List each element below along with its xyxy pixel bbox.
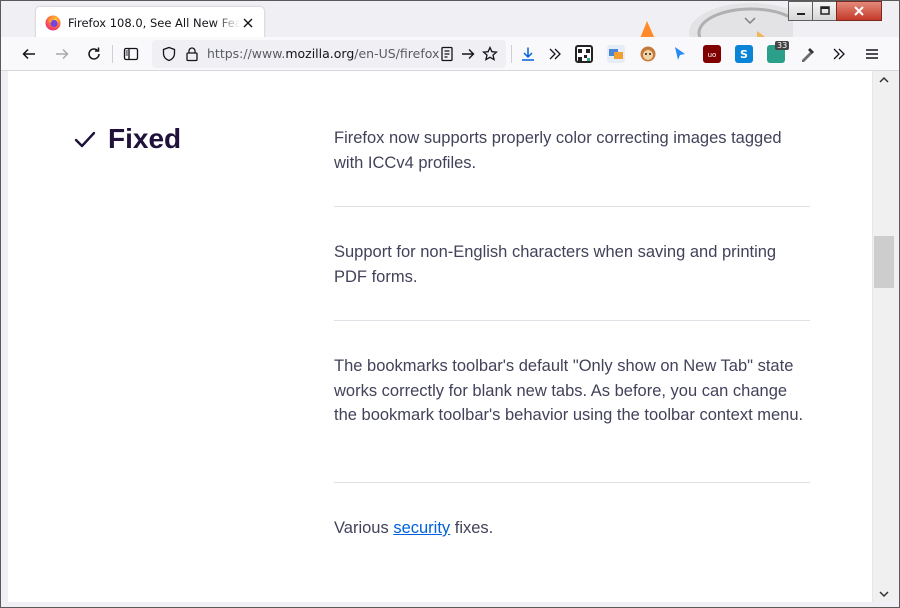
release-note-item: Various security fixes. (334, 516, 810, 541)
download-icon[interactable] (514, 41, 542, 67)
release-note-item: The bookmarks toolbar's default "Only sh… (334, 357, 804, 424)
reload-icon[interactable] (80, 41, 108, 67)
section-title: Fixed (108, 123, 182, 154)
url-path: /en-US/firefox/108.0/releasenotes/ (354, 46, 439, 61)
url-prefix: https://www. (207, 46, 286, 61)
bookmark-star-icon[interactable] (482, 46, 498, 62)
reader-view-icon[interactable] (439, 46, 455, 62)
forward-icon[interactable] (48, 41, 76, 67)
shield-icon[interactable] (161, 46, 177, 62)
note-text-before: Various (334, 519, 394, 537)
scroll-up-arrow-icon[interactable] (873, 71, 894, 88)
svg-text:S: S (740, 48, 748, 61)
browser-window: Firefox 108.0, See All New Features, Upd… (0, 0, 900, 608)
app-menu-icon[interactable] (858, 41, 886, 67)
ublock-extension-icon[interactable]: uo (703, 45, 721, 63)
url-bar[interactable]: https://www.mozilla.org/en-US/firefox/10… (152, 40, 506, 68)
eyedropper-extension-icon[interactable] (799, 45, 817, 63)
more-tools-chevron-icon[interactable] (827, 41, 851, 67)
note-text-after: fixes. (450, 519, 494, 537)
monkey-extension-icon[interactable] (639, 45, 657, 63)
page-content: Fixed Firefox now supports properly colo… (8, 71, 872, 602)
note-divider (334, 206, 810, 207)
back-icon[interactable] (15, 41, 43, 67)
window-close-icon[interactable] (836, 1, 882, 21)
vertical-scrollbar[interactable] (872, 71, 894, 602)
navigation-toolbar: https://www.mozilla.org/en-US/firefox/10… (1, 37, 899, 71)
toolbar-separator (511, 45, 512, 63)
tab-firefox-release-notes[interactable]: Firefox 108.0, See All New Features, Upd… (36, 7, 264, 38)
go-arrow-icon[interactable] (460, 46, 476, 62)
scroll-down-arrow-icon[interactable] (873, 585, 894, 602)
extension-badge: 33 (775, 41, 790, 50)
toolbar-separator (112, 45, 113, 63)
url-text[interactable]: https://www.mozilla.org/en-US/firefox/10… (207, 46, 439, 61)
skype-extension-icon[interactable]: S (735, 45, 753, 63)
firefox-favicon (45, 15, 61, 30)
url-domain: mozilla.org (285, 46, 355, 61)
release-note-item: Firefox now supports properly color corr… (334, 129, 782, 172)
security-link[interactable]: security (393, 519, 450, 537)
tab-strip: Firefox 108.0, See All New Features, Upd… (1, 1, 899, 71)
scrollbar-thumb[interactable] (874, 236, 894, 288)
cursor-extension-icon[interactable] (671, 45, 689, 63)
release-note-item: Support for non-English characters when … (334, 243, 777, 286)
window-controls (788, 1, 882, 21)
translate-extension-icon[interactable] (607, 45, 625, 63)
tab-title: Firefox 108.0, See All New Features, Upd… (68, 15, 240, 30)
tabs-list-icon[interactable] (741, 11, 759, 29)
minimize-icon[interactable] (788, 1, 813, 21)
svg-text:uo: uo (708, 51, 717, 59)
note-divider (334, 482, 810, 483)
checkmark-icon (74, 131, 96, 148)
section-heading: Fixed (74, 123, 181, 155)
lock-icon[interactable] (184, 46, 200, 62)
cube-extension-icon[interactable]: 33 (767, 41, 790, 63)
note-divider (334, 320, 810, 321)
restore-icon[interactable] (812, 1, 837, 21)
sidebar-icon[interactable] (117, 41, 145, 67)
close-icon[interactable] (240, 15, 256, 31)
overflow-chevron-icon[interactable] (545, 41, 565, 67)
qr-code-extension-icon[interactable] (575, 45, 593, 63)
